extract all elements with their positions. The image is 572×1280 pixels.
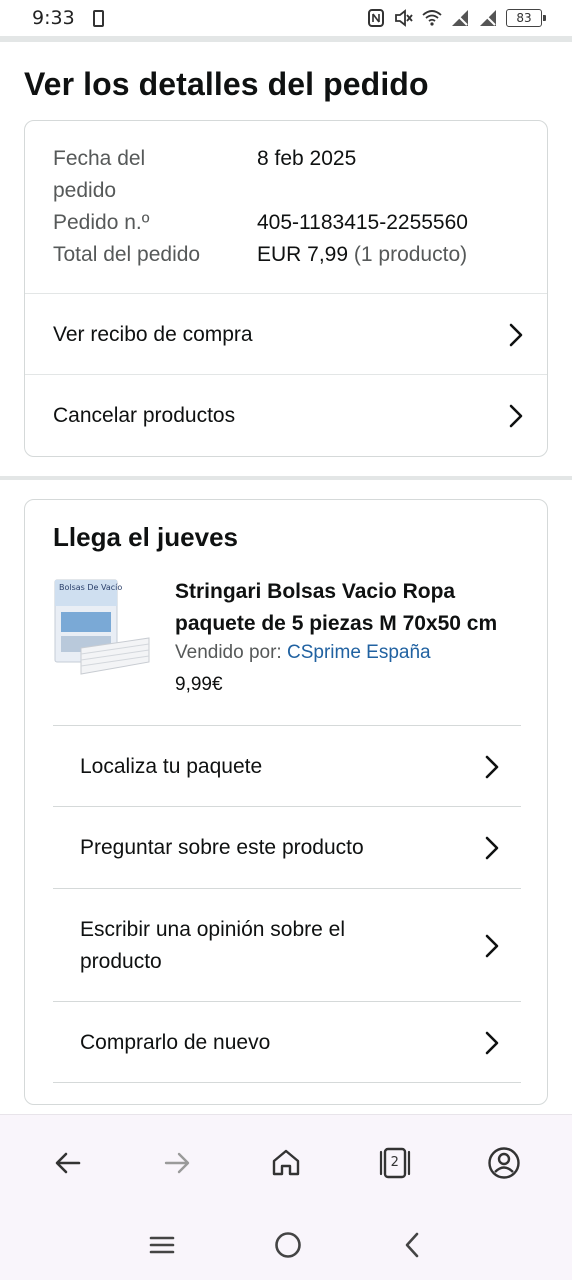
no-signal-icon [480, 10, 496, 26]
menu-icon[interactable] [148, 1233, 176, 1257]
order-details: Fecha del pedido 8 feb 2025 Pedido n.º 4… [53, 143, 523, 271]
account-icon [487, 1146, 520, 1179]
product-image-text: Bolsas De Vacío [59, 583, 122, 592]
seller-link[interactable]: CSprime España [287, 642, 431, 663]
home-icon [272, 1149, 300, 1175]
sold-by-label: Vendido por: [175, 642, 282, 663]
order-date-row: Fecha del pedido 8 feb 2025 [53, 143, 523, 207]
cancel-products-link[interactable]: Cancelar productos [25, 374, 547, 456]
delivery-card: Llega el jueves Bolsas De Vacío Stringar… [24, 499, 548, 1105]
no-signal-icon [452, 10, 468, 26]
buy-again-link[interactable]: Comprarlo de nuevo [53, 1001, 521, 1083]
browser-bottom-nav: 2 [0, 1114, 572, 1210]
delivery-title: Llega el jueves [53, 522, 238, 552]
top-divider [0, 36, 572, 42]
seller-info: Vendido por: CSprime España [175, 642, 431, 664]
track-package-link[interactable]: Localiza tu paquete [53, 725, 521, 807]
chevron-right-icon [509, 323, 523, 346]
order-date-value: 8 feb 2025 [257, 147, 357, 170]
write-review-label: Escribir una opinión sobre el producto [80, 917, 345, 973]
cancel-products-label: Cancelar productos [53, 403, 236, 427]
ask-product-question-link[interactable]: Preguntar sobre este producto [53, 806, 521, 888]
account-button[interactable] [474, 1133, 534, 1193]
order-total-amount: EUR 7,99 [257, 243, 349, 266]
order-number-label: Pedido n.º [53, 211, 150, 234]
chevron-right-icon [509, 404, 523, 427]
wifi-icon [422, 10, 442, 26]
sim-icon [92, 9, 104, 27]
status-bar: 9:33 83 [0, 0, 572, 36]
chevron-right-icon [485, 1031, 499, 1054]
system-nav-bar [0, 1210, 572, 1280]
view-receipt-link[interactable]: Ver recibo de compra [25, 293, 547, 375]
write-review-link[interactable]: Escribir una opinión sobre el producto [53, 888, 521, 1002]
order-total-label: Total del pedido [53, 243, 201, 266]
actions-bottom-divider [53, 1082, 521, 1083]
product-price: 9,99€ [175, 674, 223, 695]
track-package-label: Localiza tu paquete [80, 754, 263, 778]
nfc-icon [368, 9, 384, 27]
back-arrow-icon [56, 1152, 81, 1173]
battery-level: 83 [516, 11, 532, 25]
chevron-right-icon [485, 755, 499, 778]
chevron-right-icon [485, 836, 499, 859]
order-number-row: Pedido n.º 405-1183415-2255560 [53, 207, 523, 239]
back-chevron-icon[interactable] [400, 1230, 424, 1260]
mute-icon [395, 9, 413, 27]
buy-again-label: Comprarlo de nuevo [80, 1030, 271, 1054]
battery-icon: 83 [506, 9, 546, 27]
section-divider [0, 476, 572, 480]
forward-arrow-icon [164, 1152, 190, 1173]
home-circle-icon[interactable] [273, 1230, 303, 1260]
order-total-count: (1 producto) [353, 243, 468, 266]
view-receipt-label: Ver recibo de compra [53, 322, 253, 346]
product-title-line-2: paquete de 5 piezas M 70x50 cm [175, 612, 498, 635]
ask-product-question-label: Preguntar sobre este producto [80, 835, 364, 859]
product-title[interactable]: Stringari Bolsas Vacio Ropa paquete de 5… [175, 576, 525, 640]
status-icons: 83 [366, 8, 546, 28]
status-time: 9:33 [32, 7, 75, 29]
chevron-right-icon [485, 934, 499, 957]
order-total-row: Total del pedido EUR 7,99 (1 producto) [53, 239, 523, 271]
order-number-value: 405-1183415-2255560 [257, 211, 468, 234]
home-button[interactable] [256, 1133, 316, 1193]
product-image[interactable]: Bolsas De Vacío [51, 576, 151, 680]
tabs-button[interactable]: 2 [365, 1133, 425, 1193]
product-title-line-1: Stringari Bolsas Vacio Ropa [175, 580, 456, 603]
order-date-label: Fecha del pedido [53, 147, 146, 202]
tab-count: 2 [390, 1155, 399, 1170]
page-title: Ver los detalles del pedido [24, 66, 429, 102]
back-button[interactable] [38, 1133, 98, 1193]
order-total-value: EUR 7,99 (1 producto) [257, 239, 467, 271]
order-summary-card: Fecha del pedido 8 feb 2025 Pedido n.º 4… [24, 120, 548, 457]
forward-button[interactable] [147, 1133, 207, 1193]
